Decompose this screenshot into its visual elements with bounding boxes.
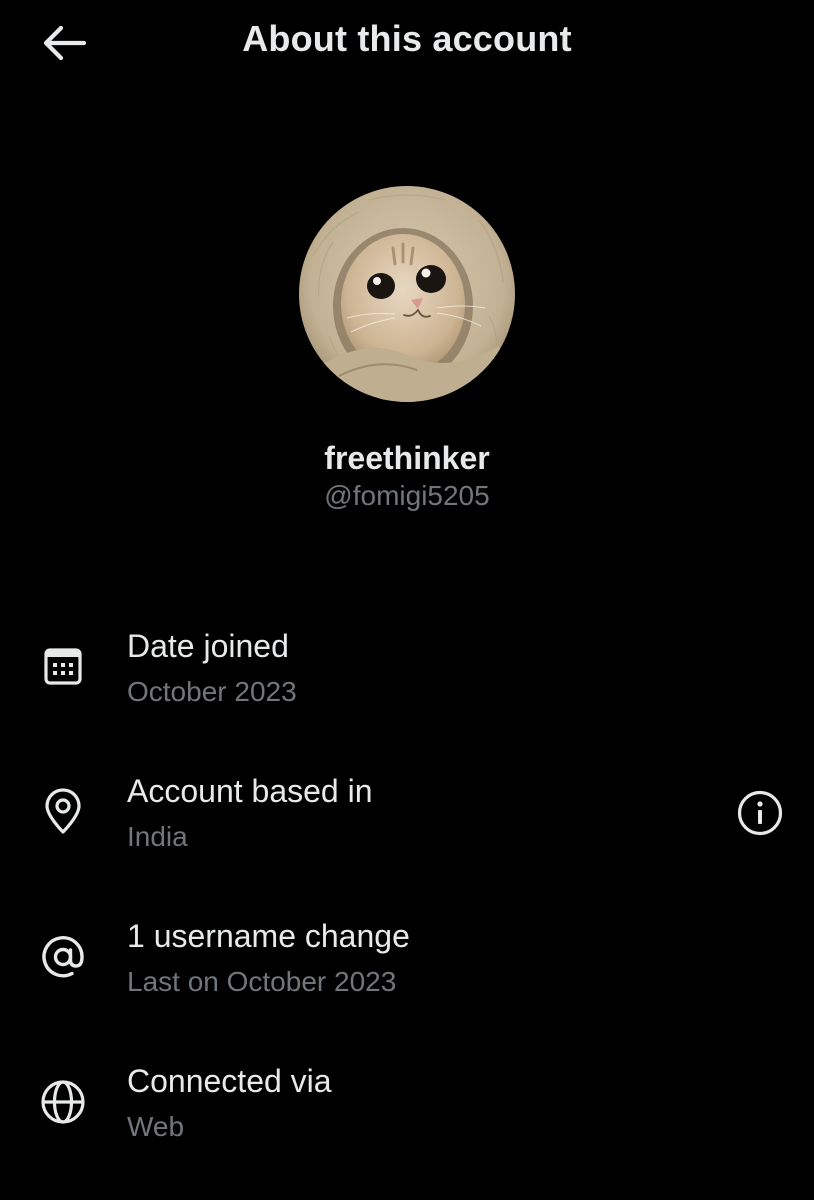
display-name: freethinker (324, 440, 490, 476)
row-subtitle: Last on October 2023 (127, 966, 397, 997)
location-pin-icon (38, 787, 88, 837)
page-title: About this account (242, 18, 572, 59)
row-title: Date joined (127, 628, 289, 664)
row-title: 1 username change (127, 918, 410, 954)
row-subtitle: India (127, 821, 188, 852)
username-handle: @fomigi5205 (324, 480, 490, 511)
at-sign-icon (38, 932, 88, 982)
info-row-username-change: 1 username change Last on October 2023 (0, 910, 814, 1020)
row-title: Connected via (127, 1063, 332, 1099)
row-title: Account based in (127, 773, 373, 809)
cat-in-hood-avatar (299, 186, 515, 402)
info-icon (737, 790, 783, 836)
info-button[interactable] (734, 787, 786, 839)
info-row-account-based-in: Account based in India (0, 765, 814, 875)
info-row-date-joined: Date joined October 2023 (0, 620, 814, 730)
row-subtitle: Web (127, 1111, 185, 1142)
calendar-icon (38, 641, 88, 691)
info-row-connected-via: Connected via Web (0, 1055, 814, 1165)
row-subtitle: October 2023 (127, 676, 297, 707)
avatar[interactable] (299, 186, 515, 402)
globe-icon (38, 1077, 88, 1127)
